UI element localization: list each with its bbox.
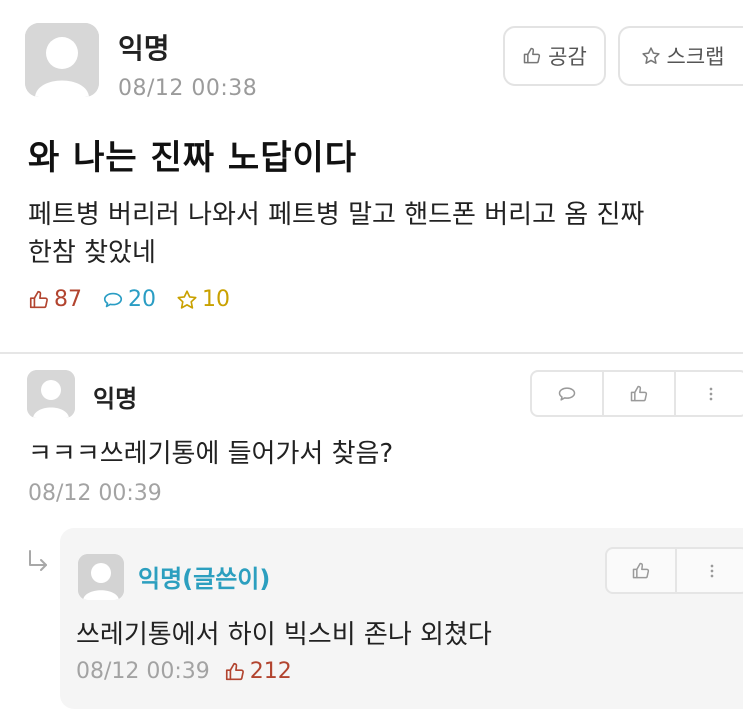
thumbs-up-icon: [29, 290, 48, 308]
thumbs-up-icon: [632, 562, 650, 578]
comment-timestamp: 08/12 00:39: [28, 481, 162, 506]
like-count: 87: [28, 287, 82, 312]
comment-like-button[interactable]: [604, 372, 676, 415]
comment-text: ㅋㅋㅋ쓰레기통에 들어가서 찾음?: [28, 439, 394, 469]
reply-button[interactable]: [532, 372, 604, 415]
post-stats: 87 20 10: [28, 287, 250, 312]
comment-count-value: 20: [128, 287, 156, 312]
scrap-button-label: 스크랩: [666, 45, 725, 69]
more-vertical-icon: [710, 564, 714, 577]
reply: 익명(글쓴이) 쓰레기통에서 하이 빅스비 존나 외쳤다 08/12 00:39…: [60, 528, 743, 709]
reply-like-count-value: 212: [249, 659, 292, 684]
more-vertical-icon: [709, 387, 713, 400]
reply-arrow-icon: [29, 550, 47, 571]
star-icon: [641, 47, 660, 64]
comment-more-button[interactable]: [676, 372, 743, 415]
avatar: [78, 554, 124, 600]
scrap-count: 10: [176, 287, 230, 312]
comment-author: 익명: [93, 385, 138, 413]
post-timestamp: 08/12 00:38: [118, 76, 258, 101]
comment-count: 20: [102, 287, 156, 312]
speech-bubble-icon: [558, 386, 576, 401]
post-body-line: 한참 찾았네: [28, 238, 156, 268]
scrap-count-value: 10: [202, 287, 230, 312]
post-author: 익명: [118, 32, 170, 65]
thumbs-up-icon: [225, 662, 244, 680]
reply-more-button[interactable]: [677, 549, 743, 592]
like-button-label: 공감: [548, 45, 587, 69]
speech-bubble-icon: [103, 292, 123, 307]
reply-like-button[interactable]: [607, 549, 677, 592]
avatar: [25, 23, 99, 97]
reply-meta: 08/12 00:39 212: [76, 659, 292, 684]
reply-actions: [605, 547, 743, 594]
reply-timestamp: 08/12 00:39: [76, 659, 210, 684]
star-icon: [177, 289, 197, 309]
thumbs-up-icon: [523, 47, 541, 64]
reply-like-count: 212: [224, 659, 292, 684]
thumbs-up-icon: [630, 385, 648, 401]
user-silhouette-icon: [25, 23, 99, 97]
comment-actions: [530, 370, 743, 417]
avatar: [27, 370, 75, 418]
post-body: 페트병 버리러 나와서 페트병 말고 핸드폰 버리고 옴 진짜 한참 찾았네: [28, 196, 728, 272]
user-silhouette-icon: [27, 370, 75, 418]
reply-text: 쓰레기통에서 하이 빅스비 존나 외쳤다: [76, 620, 492, 650]
user-silhouette-icon: [78, 554, 124, 600]
like-count-value: 87: [54, 287, 82, 312]
reply-author: 익명(글쓴이): [138, 565, 271, 593]
post: 익명 08/12 00:38 공감 스크랩 와 나는 진짜 노답이다 페트병 버…: [0, 0, 743, 352]
like-button[interactable]: 공감: [503, 26, 606, 86]
post-body-line: 페트병 버리러 나와서 페트병 말고 핸드폰 버리고 옴 진짜: [28, 200, 645, 230]
divider: [0, 352, 743, 354]
scrap-button[interactable]: 스크랩: [618, 26, 743, 86]
post-title: 와 나는 진짜 노답이다: [28, 138, 358, 178]
